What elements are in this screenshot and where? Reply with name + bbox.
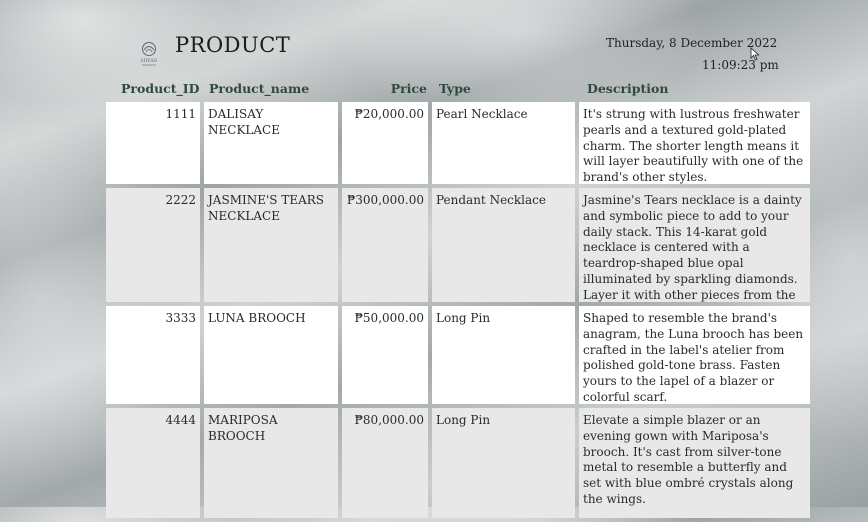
product-table: 1111 DALISAY NECKLACE ₱20,000.00 Pearl N… (106, 102, 814, 522)
current-time: 11:09:23 pm (702, 58, 779, 72)
brand-logo: HIYAS (134, 40, 164, 68)
description-cell: It's strung with lustrous freshwater pea… (579, 102, 810, 184)
description-cell: Shaped to resemble the brand's anagram, … (579, 306, 810, 404)
table-row: 3333 LUNA BROOCH ₱50,000.00 Long Pin Sha… (106, 306, 814, 404)
product-id-cell: 2222 (106, 188, 200, 302)
column-header-description: Description (587, 81, 669, 96)
type-cell: Pendant Necklace (432, 188, 575, 302)
product-name-cell: DALISAY NECKLACE (204, 102, 338, 184)
price-cell: ₱300,000.00 (342, 188, 428, 302)
mouse-cursor-icon (750, 46, 760, 61)
description-cell: Jasmine's Tears necklace is a dainty and… (579, 188, 810, 318)
product-id-cell: 1111 (106, 102, 200, 184)
column-header-price: Price (390, 81, 427, 96)
price-cell: ₱50,000.00 (342, 306, 428, 404)
table-row: 4444 MARIPOSA BROOCH ₱80,000.00 Long Pin… (106, 408, 814, 518)
price-cell: ₱80,000.00 (342, 408, 428, 518)
product-name-cell: LUNA BROOCH (204, 306, 338, 404)
description-cell: Elevate a simple blazer or an evening go… (579, 408, 810, 518)
page-title: PRODUCT (175, 33, 291, 57)
svg-text:HIYAS: HIYAS (141, 58, 158, 64)
type-cell: Pearl Necklace (432, 102, 575, 184)
column-header-product-id: Product_ID (121, 81, 200, 96)
product-id-cell: 3333 (106, 306, 200, 404)
product-name-cell: JASMINE'S TEARS NECKLACE (204, 188, 338, 302)
type-cell: Long Pin (432, 306, 575, 404)
type-cell: Long Pin (432, 408, 575, 518)
price-cell: ₱20,000.00 (342, 102, 428, 184)
product-name-cell: MARIPOSA BROOCH (204, 408, 338, 518)
table-row: 1111 DALISAY NECKLACE ₱20,000.00 Pearl N… (106, 102, 814, 184)
column-header-type: Type (439, 81, 471, 96)
column-header-product-name: Product_name (209, 81, 310, 96)
product-id-cell: 4444 (106, 408, 200, 518)
table-row: 2222 JASMINE'S TEARS NECKLACE ₱300,000.0… (106, 188, 814, 318)
